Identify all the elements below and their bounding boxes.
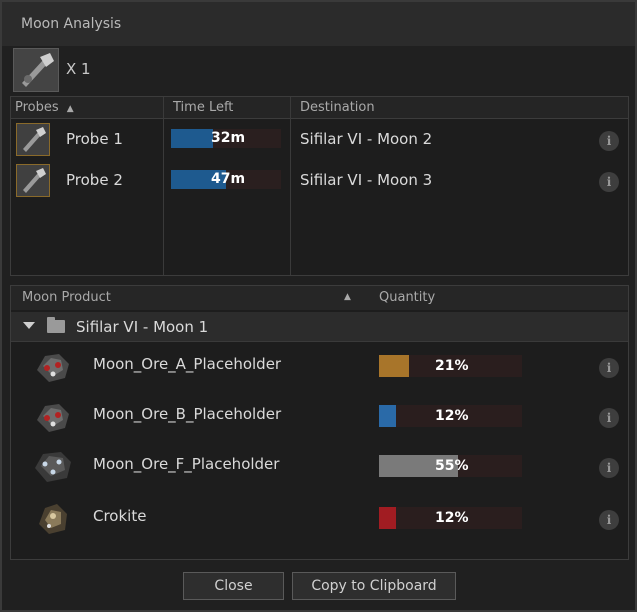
info-icon[interactable]: i (599, 510, 619, 530)
header-moon-product[interactable]: Moon Product (22, 290, 111, 305)
ore-name: Crokite (93, 507, 147, 525)
close-button[interactable]: Close (183, 572, 284, 600)
moon-group-row[interactable]: Sifilar VI - Moon 1 (11, 312, 628, 342)
time-left-bar: 47m (171, 170, 281, 189)
moon-analysis-window: Moon Analysis X 1 Probes ▲ Time Left Des… (0, 0, 637, 612)
probe-name: Probe 2 (66, 171, 123, 189)
probes-table: Probes ▲ Time Left Destination Probe 1 3… (10, 96, 629, 276)
info-icon[interactable]: i (599, 358, 619, 378)
ore-name: Moon_Ore_B_Placeholder (93, 405, 282, 423)
probe-icon (16, 164, 50, 197)
probe-icon (16, 123, 50, 156)
info-icon[interactable]: i (599, 408, 619, 428)
probe-name: Probe 1 (66, 130, 123, 148)
header-destination[interactable]: Destination (300, 100, 375, 115)
copy-to-clipboard-button[interactable]: Copy to Clipboard (292, 572, 456, 600)
quantity-text: 55% (435, 458, 469, 474)
quantity-text: 21% (435, 358, 469, 374)
ore-icon (37, 404, 69, 432)
quantity-fill (379, 355, 410, 377)
moon-product-header: Moon Product ▲ Quantity (11, 286, 628, 310)
time-left-text: 32m (211, 130, 246, 146)
moon-product-row[interactable]: Moon_Ore_F_Placeholder 55% i (11, 444, 628, 494)
moon-product-row[interactable]: Crokite 12% i (11, 496, 628, 546)
ore-icon (39, 504, 67, 534)
header-probes[interactable]: Probes ▲ (15, 100, 74, 115)
title-bar[interactable]: Moon Analysis (2, 2, 635, 46)
moon-group-name: Sifilar VI - Moon 1 (76, 318, 209, 336)
quantity-bar: 21% (379, 355, 522, 377)
ore-icon (37, 354, 69, 382)
moon-product-row[interactable]: Moon_Ore_A_Placeholder 21% i (11, 344, 628, 394)
moon-product-row[interactable]: Moon_Ore_B_Placeholder 12% i (11, 394, 628, 444)
probes-table-header: Probes ▲ Time Left Destination (11, 97, 628, 119)
expand-triangle-icon[interactable] (23, 322, 35, 329)
quantity-text: 12% (435, 510, 469, 526)
sort-up-icon: ▲ (66, 104, 74, 114)
quantity-fill (379, 405, 397, 427)
ore-icon (35, 452, 71, 482)
time-left-text: 47m (211, 171, 246, 187)
sort-up-icon[interactable]: ▲ (344, 292, 351, 302)
info-icon[interactable]: i (599, 172, 619, 192)
header-quantity[interactable]: Quantity (379, 290, 435, 305)
info-icon[interactable]: i (599, 131, 619, 151)
time-left-bar: 32m (171, 129, 281, 148)
window-title: Moon Analysis (21, 16, 122, 32)
quantity-fill (379, 507, 397, 529)
quantity-bar: 12% (379, 507, 522, 529)
folder-icon (47, 317, 65, 333)
probe-destination: Sifilar VI - Moon 3 (300, 171, 433, 189)
quantity-text: 12% (435, 408, 469, 424)
probe-destination: Sifilar VI - Moon 2 (300, 130, 433, 148)
time-left-fill (171, 129, 213, 148)
probe-row[interactable]: Probe 2 47m Sifilar VI - Moon 3 i (11, 162, 628, 200)
probe-launcher-icon (13, 48, 59, 92)
header-time-left[interactable]: Time Left (173, 100, 233, 115)
moon-product-table: Moon Product ▲ Quantity Sifilar VI - Moo… (10, 285, 629, 560)
quantity-bar: 55% (379, 455, 522, 477)
ship-count: X 1 (66, 60, 91, 78)
quantity-bar: 12% (379, 405, 522, 427)
probe-row[interactable]: Probe 1 32m Sifilar VI - Moon 2 i (11, 121, 628, 159)
ore-name: Moon_Ore_A_Placeholder (93, 355, 282, 373)
info-icon[interactable]: i (599, 458, 619, 478)
ore-name: Moon_Ore_F_Placeholder (93, 455, 280, 473)
